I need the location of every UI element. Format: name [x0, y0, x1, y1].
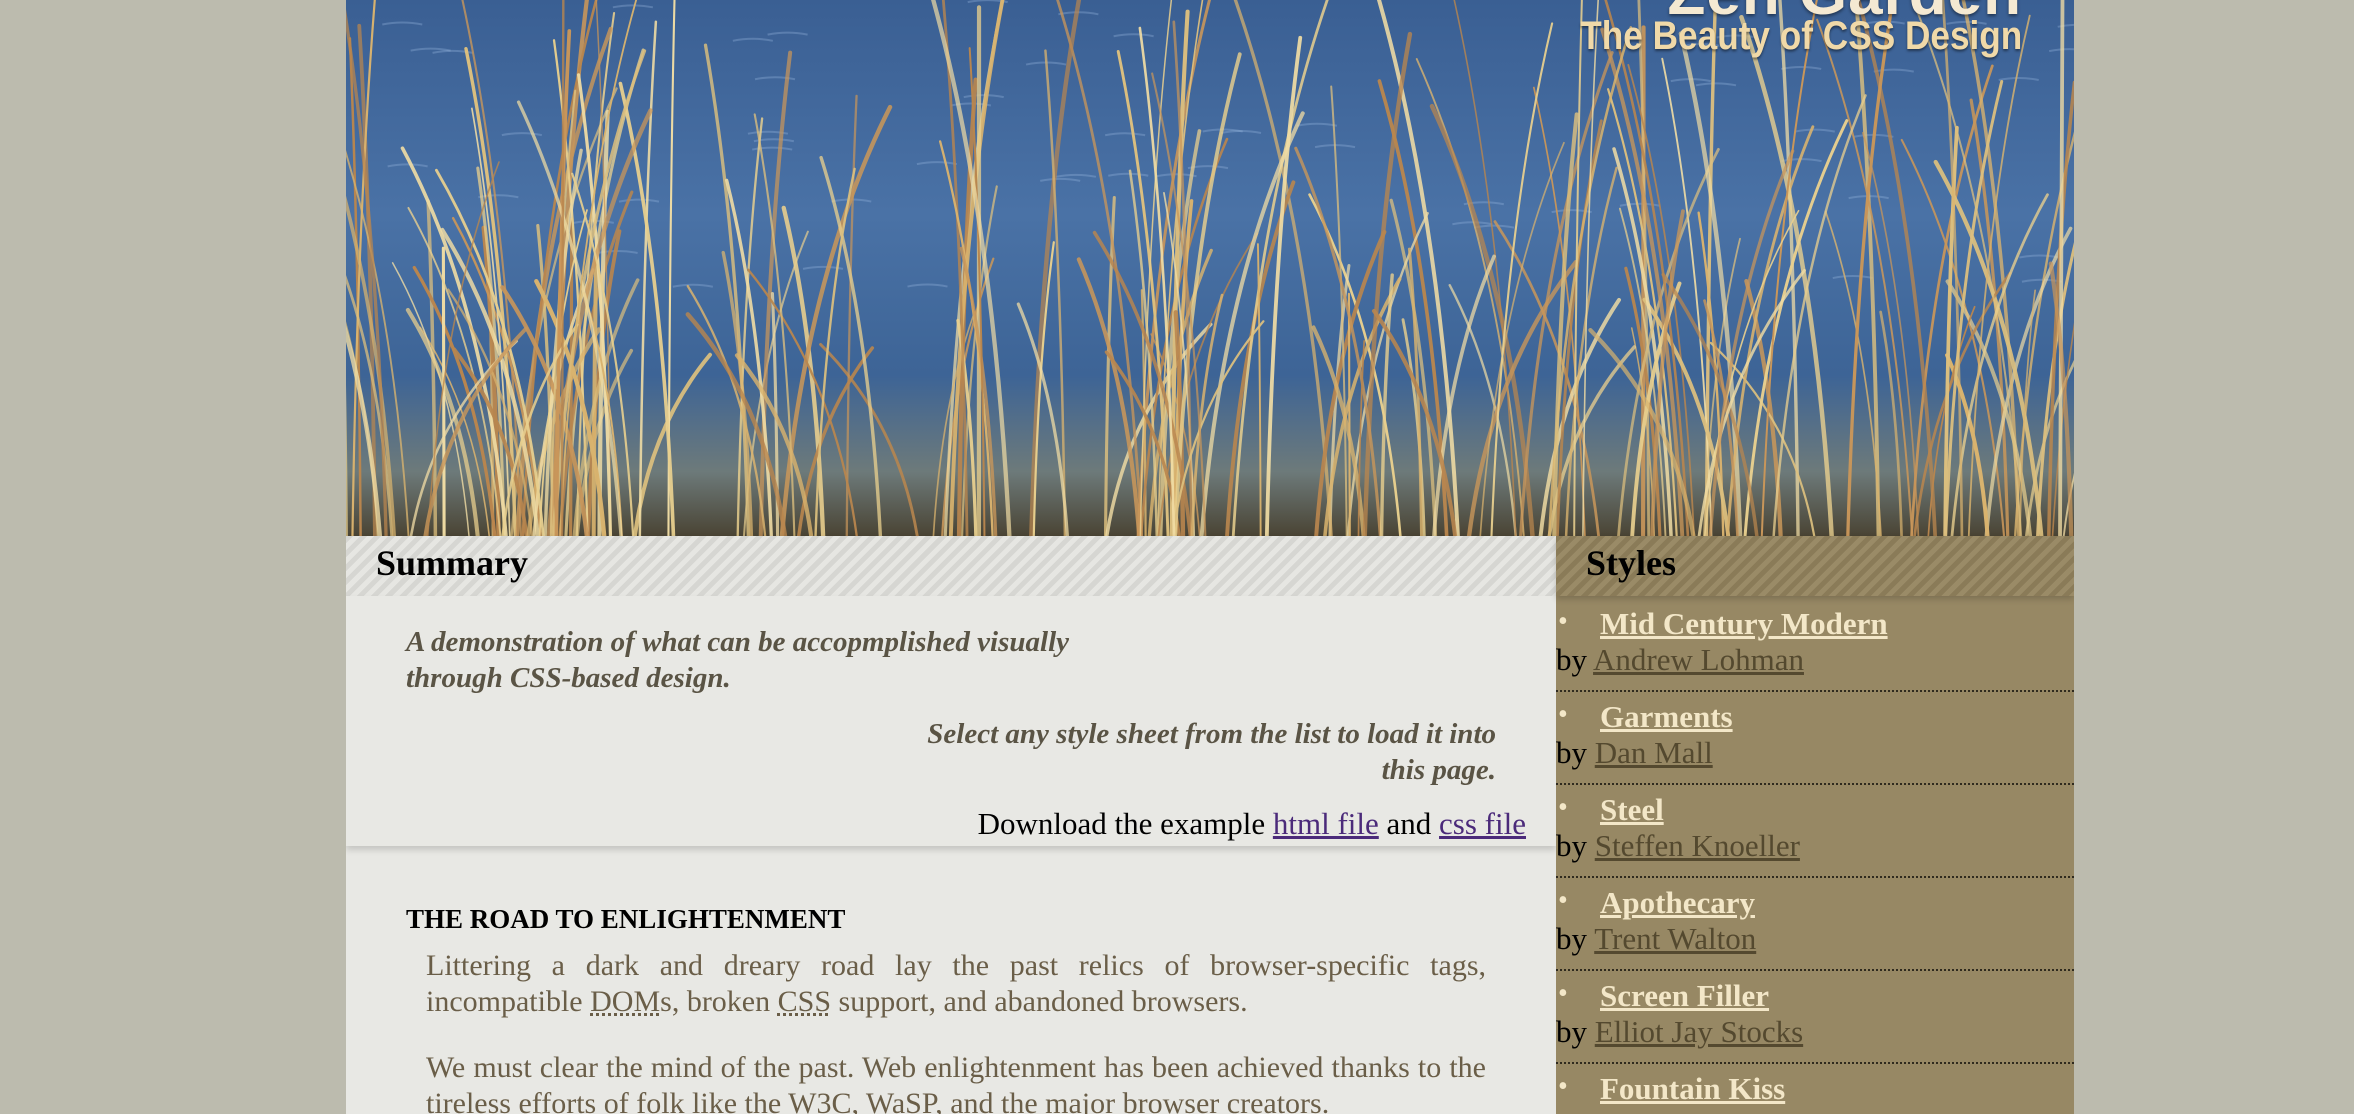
author-link[interactable]: Dan Mall: [1595, 735, 1713, 770]
author-link[interactable]: Steffen Knoeller: [1595, 828, 1800, 863]
style-list: • Mid Century Modern by Andrew Lohman • …: [1556, 606, 2074, 1114]
style-item: • Apothecary by Trent Walton: [1556, 885, 2074, 978]
item-divider: [1556, 1062, 2074, 1064]
item-divider: [1556, 969, 2074, 971]
by-label: by: [1556, 921, 1587, 956]
tagline-select: Select any style sheet from the list to …: [927, 718, 1496, 786]
style-item: • Steel by Steffen Knoeller: [1556, 792, 2074, 885]
style-item: • Screen Filler by Elliot Jay Stocks: [1556, 978, 2074, 1071]
styles-bar: Styles: [1556, 536, 2074, 596]
by-label: by: [1556, 828, 1587, 863]
para1-text-b: s, broken: [660, 985, 771, 1018]
html-file-link[interactable]: html file: [1273, 806, 1379, 841]
style-item: • Fountain Kiss: [1556, 1071, 2074, 1114]
item-divider: [1556, 690, 2074, 692]
author-link[interactable]: Elliot Jay Stocks: [1595, 1014, 1803, 1049]
download-and: and: [1386, 806, 1432, 841]
by-label: by: [1556, 735, 1587, 770]
style-byline: by Dan Mall: [1556, 735, 1713, 771]
item-divider: [1556, 876, 2074, 878]
bullet-icon: •: [1558, 1071, 1568, 1102]
item-divider: [1556, 783, 2074, 785]
bullet-icon: •: [1558, 792, 1568, 823]
main-content: Summary A demonstration of what can be a…: [346, 536, 1556, 1114]
road-heading: THE ROAD TO ENLIGHTENMENT: [406, 904, 846, 934]
style-item: • Mid Century Modern by Andrew Lohman: [1556, 606, 2074, 699]
style-link[interactable]: Fountain Kiss: [1600, 1071, 1785, 1107]
summary-heading: Summary: [376, 543, 528, 583]
by-label: by: [1556, 1014, 1587, 1049]
zen-garden-page: Zen Garden The Beauty of CSS Design Summ…: [346, 0, 2074, 1114]
bullet-icon: •: [1558, 978, 1568, 1009]
css-file-link[interactable]: css file: [1439, 806, 1526, 841]
download-line: Download the example html file and css f…: [978, 806, 1526, 842]
style-byline: by Steffen Knoeller: [1556, 828, 1800, 864]
header-banner: Zen Garden The Beauty of CSS Design: [346, 0, 2074, 536]
styles-sidebar: Styles • Mid Century Modern by Andrew Lo…: [1556, 536, 2074, 1114]
summary-body: A demonstration of what can be accopmpli…: [346, 596, 1556, 846]
style-byline: by Elliot Jay Stocks: [1556, 1014, 1803, 1050]
bullet-icon: •: [1558, 885, 1568, 916]
grass-image: [346, 0, 2074, 536]
style-byline: by Andrew Lohman: [1556, 642, 1804, 678]
styles-heading: Styles: [1586, 543, 1676, 583]
style-link[interactable]: Mid Century Modern: [1600, 606, 1888, 642]
css-abbr: CSS: [777, 985, 832, 1018]
road-paragraph-2: We must clear the mind of the past. Web …: [426, 1051, 1486, 1114]
by-label: by: [1556, 642, 1587, 677]
tagline-demo: A demonstration of what can be accopmpli…: [406, 626, 1070, 694]
style-link[interactable]: Apothecary: [1600, 885, 1755, 921]
author-link[interactable]: Andrew Lohman: [1593, 642, 1804, 677]
bullet-icon: •: [1558, 699, 1568, 730]
style-link[interactable]: Garments: [1600, 699, 1733, 735]
road-paragraph-1: Littering a dark and dreary road lay the…: [426, 948, 1486, 1020]
site-subtitle: The Beauty of CSS Design: [1579, 14, 2022, 58]
bullet-icon: •: [1558, 606, 1568, 637]
style-link[interactable]: Screen Filler: [1600, 978, 1769, 1014]
para1-text-c: support, and abandoned browsers.: [838, 985, 1248, 1018]
summary-bar: Summary: [346, 536, 1556, 596]
download-prefix: Download the example: [977, 806, 1266, 841]
style-byline: by Trent Walton: [1556, 921, 1756, 957]
style-link[interactable]: Steel: [1600, 792, 1664, 828]
dom-abbr: DOM: [590, 985, 661, 1018]
style-item: • Garments by Dan Mall: [1556, 699, 2074, 792]
author-link[interactable]: Trent Walton: [1594, 921, 1756, 956]
